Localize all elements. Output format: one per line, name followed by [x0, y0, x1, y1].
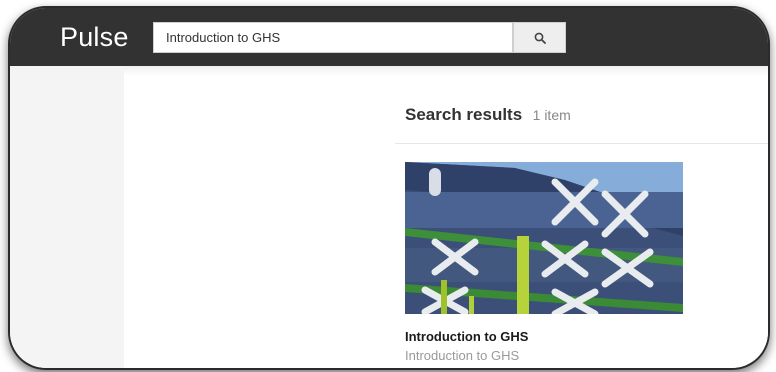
result-subtitle: Introduction to GHS [405, 348, 520, 363]
search-results-header: Search results 1 item [405, 105, 571, 125]
app-window: Pulse Search results 1 item [10, 8, 768, 368]
search-results-title: Search results [405, 105, 523, 124]
top-navigation-bar: Pulse [10, 8, 768, 66]
result-title[interactable]: Introduction to GHS [405, 329, 528, 344]
brand-logo[interactable]: Pulse [60, 22, 129, 53]
search-icon [534, 32, 546, 44]
search-results-count: 1 item [532, 107, 571, 123]
building-facade-photo [405, 162, 683, 314]
search-input[interactable] [153, 22, 513, 53]
sidebar [10, 66, 124, 368]
search-button[interactable] [513, 22, 566, 53]
divider [395, 143, 768, 144]
result-thumbnail[interactable] [405, 162, 683, 314]
